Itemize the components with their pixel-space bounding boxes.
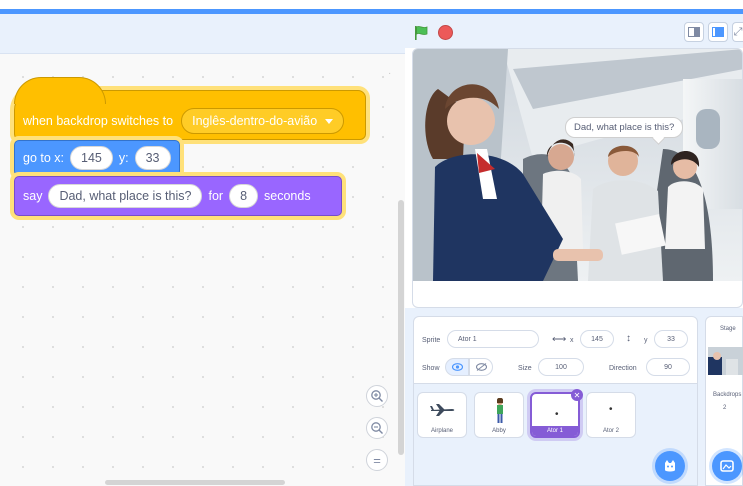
direction-value: 90 bbox=[664, 363, 672, 371]
sprite-tile-name: Ator 1 bbox=[532, 426, 578, 436]
sprite-name-input[interactable]: Ator 1 bbox=[447, 330, 539, 348]
sprite-tile-name: Ator 2 bbox=[602, 428, 619, 434]
sprite-tile-abby[interactable]: Abby bbox=[474, 392, 524, 438]
say-label: say bbox=[23, 189, 43, 203]
zoom-in-button[interactable] bbox=[366, 385, 388, 407]
delete-sprite-icon[interactable]: ✕ bbox=[571, 389, 583, 401]
code-horizontal-scrollbar[interactable] bbox=[105, 480, 285, 485]
size-input[interactable]: 100 bbox=[538, 358, 584, 376]
backdrop-add-icon bbox=[720, 460, 734, 472]
stage-panel-title: Stage bbox=[720, 326, 736, 332]
abby-icon bbox=[497, 398, 503, 423]
backdrops-label: Backdrops bbox=[713, 392, 742, 398]
sprite-label: Sprite bbox=[422, 337, 441, 344]
fullscreen-icon: ⤢ bbox=[733, 25, 743, 38]
eye-icon bbox=[451, 363, 463, 371]
size-label: Size bbox=[518, 365, 532, 372]
backdrop-dropdown[interactable]: Inglês-dentro-do-avião bbox=[181, 108, 345, 134]
menu-bar bbox=[0, 0, 743, 14]
stage-canvas[interactable]: Dad, what place is this? bbox=[412, 48, 743, 308]
large-stage-button[interactable] bbox=[708, 22, 728, 42]
say-for-seconds-block[interactable]: say Dad, what place is this? for 8 secon… bbox=[14, 176, 342, 216]
sprite-name-value: Ator 1 bbox=[458, 335, 477, 343]
hat-block-label: when backdrop switches to bbox=[23, 114, 174, 128]
size-value: 100 bbox=[555, 363, 567, 371]
seconds-label: seconds bbox=[264, 189, 311, 203]
x-input[interactable]: 145 bbox=[580, 330, 614, 348]
scroll-marker: · bbox=[388, 68, 392, 79]
sprite-tile-ator-2[interactable]: • Ator 2 bbox=[586, 392, 636, 438]
zoom-in-icon bbox=[371, 390, 383, 402]
equals-icon: = bbox=[373, 452, 381, 468]
small-stage-icon bbox=[688, 27, 700, 37]
stop-icon[interactable] bbox=[438, 25, 453, 40]
fullscreen-button[interactable]: ⤢ bbox=[732, 22, 743, 42]
x-input[interactable]: 145 bbox=[70, 146, 113, 170]
airplane-icon bbox=[430, 404, 455, 416]
y-input[interactable]: 33 bbox=[134, 146, 171, 170]
code-area-header bbox=[0, 14, 405, 54]
goto-label: go to x: bbox=[23, 151, 64, 165]
backdrop-thumbnail bbox=[708, 347, 743, 375]
sprite-tile-name: Abby bbox=[492, 428, 506, 434]
sprite-thumbnail: • bbox=[555, 409, 559, 420]
zoom-out-icon bbox=[371, 422, 383, 434]
cat-add-icon bbox=[665, 460, 675, 472]
x-label: x bbox=[570, 337, 574, 344]
show-label: Show bbox=[422, 365, 440, 372]
for-label: for bbox=[208, 189, 224, 203]
when-backdrop-switches-block[interactable]: when backdrop switches to Inglês-dentro-… bbox=[14, 77, 366, 140]
seconds-input[interactable]: 8 bbox=[229, 184, 259, 208]
sprite-tile-airplane[interactable]: Airplane bbox=[417, 392, 467, 438]
choose-sprite-button[interactable] bbox=[655, 451, 685, 481]
eye-slash-icon bbox=[475, 363, 487, 371]
y-input[interactable]: 33 bbox=[654, 330, 688, 348]
show-hidden-button[interactable] bbox=[469, 358, 493, 376]
zoom-out-button[interactable] bbox=[366, 417, 388, 439]
backdrops-count: 2 bbox=[723, 405, 727, 411]
sprite-info-panel: Sprite Ator 1 ⟷ x 145 ↕ y 33 Show Size 1… bbox=[413, 316, 698, 384]
direction-label: Direction bbox=[609, 365, 637, 372]
go-to-xy-block[interactable]: go to x: 145 y: 33 bbox=[14, 140, 180, 176]
sprite-tile-ator-1[interactable]: • ✕ Ator 1 bbox=[530, 389, 583, 438]
x-arrows-icon: ⟷ bbox=[552, 334, 567, 345]
small-stage-button[interactable] bbox=[684, 22, 704, 42]
show-visible-button[interactable] bbox=[445, 358, 469, 376]
large-stage-icon bbox=[712, 27, 724, 37]
sprite-thumbnail: • bbox=[609, 404, 613, 415]
backdrop-dropdown-value: Inglês-dentro-do-avião bbox=[192, 114, 318, 128]
chevron-down-icon bbox=[325, 118, 334, 124]
choose-backdrop-button[interactable] bbox=[712, 451, 742, 481]
sprite-tile-name: Airplane bbox=[430, 428, 453, 434]
y-label: y bbox=[644, 337, 648, 344]
y-label: y: bbox=[118, 151, 129, 165]
x-value: 145 bbox=[591, 335, 603, 343]
y-arrows-icon: ↕ bbox=[626, 333, 631, 344]
message-input[interactable]: Dad, what place is this? bbox=[48, 184, 203, 208]
green-flag-icon[interactable] bbox=[412, 24, 430, 42]
zoom-reset-button[interactable]: = bbox=[366, 449, 388, 471]
airplane-cabin-backdrop bbox=[413, 49, 742, 281]
y-value: 33 bbox=[667, 335, 675, 343]
direction-input[interactable]: 90 bbox=[646, 358, 690, 376]
speech-bubble: Dad, what place is this? bbox=[565, 117, 684, 138]
code-vertical-scrollbar[interactable] bbox=[398, 200, 404, 455]
